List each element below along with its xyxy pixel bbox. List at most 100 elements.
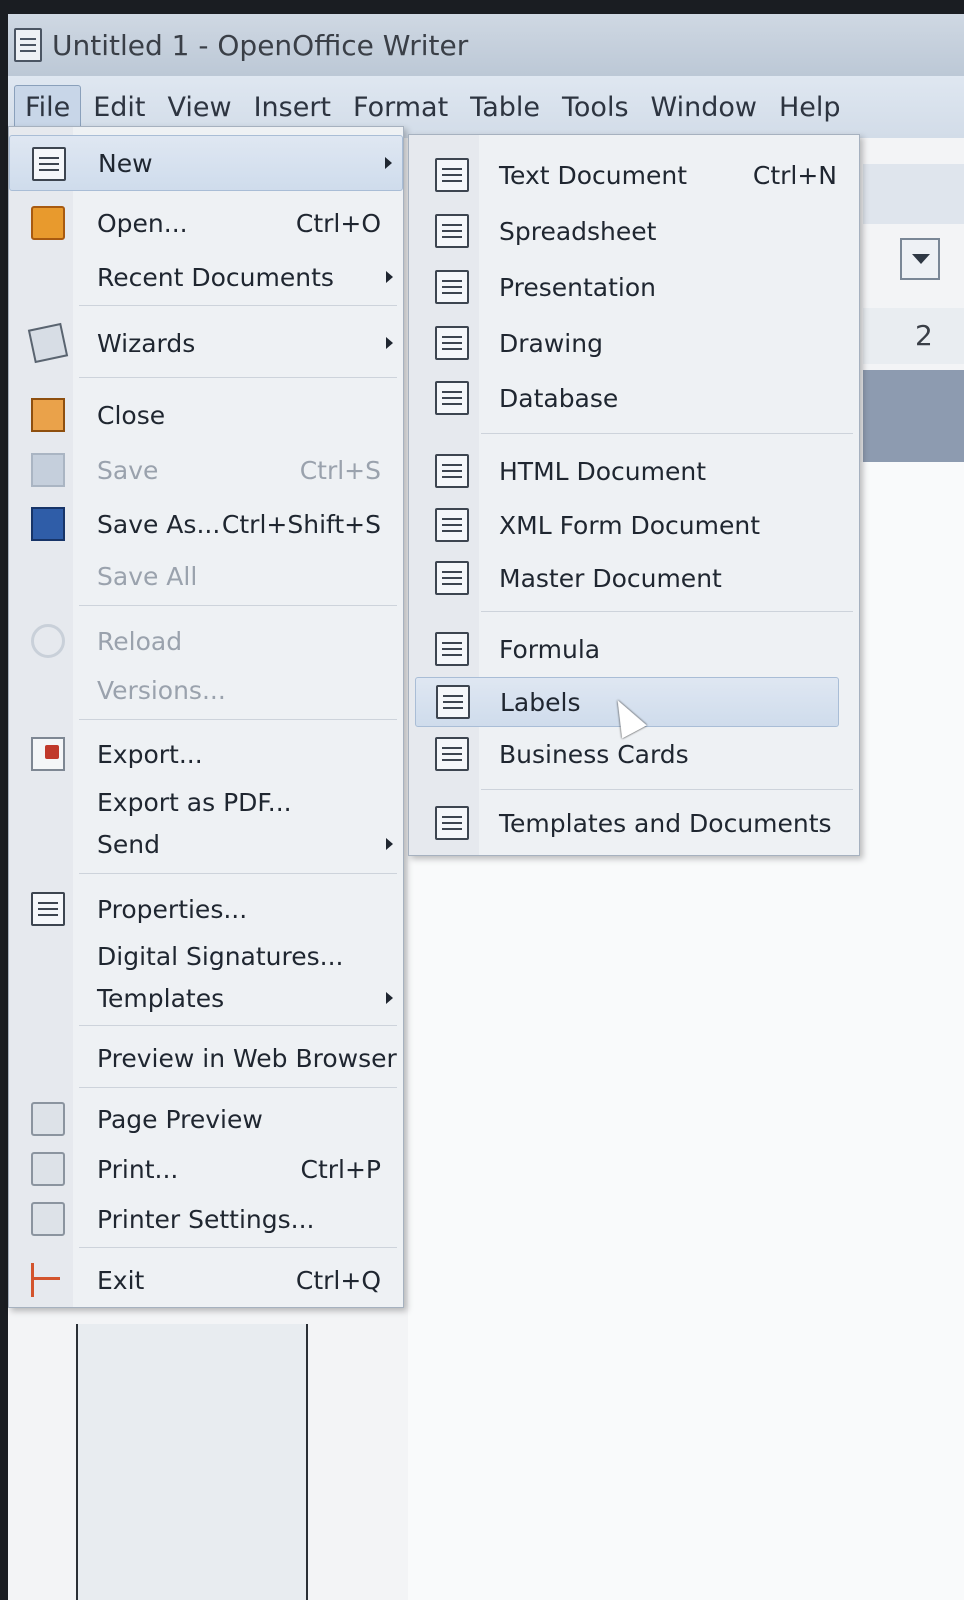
database-icon bbox=[435, 381, 469, 415]
new-html-document[interactable]: HTML Document bbox=[409, 443, 859, 499]
new-database-label: Database bbox=[499, 383, 619, 413]
file-save-all-label: Save All bbox=[97, 561, 198, 591]
new-drawing[interactable]: Drawing bbox=[409, 315, 859, 371]
menu-separator bbox=[79, 873, 397, 874]
new-xml-form-document[interactable]: XML Form Document bbox=[409, 497, 859, 553]
file-reload[interactable]: Reload bbox=[9, 615, 403, 667]
new-document-icon bbox=[32, 147, 66, 181]
new-master-document[interactable]: Master Document bbox=[409, 551, 859, 605]
menu-view[interactable]: View bbox=[157, 86, 241, 129]
file-preview-web-label: Preview in Web Browser bbox=[97, 1043, 397, 1073]
text-document-icon bbox=[435, 158, 469, 192]
file-digital-signatures[interactable]: Digital Signatures... bbox=[9, 933, 403, 979]
menu-edit[interactable]: Edit bbox=[83, 86, 155, 129]
file-versions[interactable]: Versions... bbox=[9, 665, 403, 715]
toolbar-strip bbox=[863, 164, 964, 224]
new-text-document[interactable]: Text Document Ctrl+N bbox=[409, 147, 859, 203]
menu-help[interactable]: Help bbox=[769, 86, 851, 129]
master-document-icon bbox=[435, 561, 469, 595]
file-menu: New Open... Ctrl+O Recent Documents Wiza… bbox=[8, 126, 404, 1308]
menu-table[interactable]: Table bbox=[460, 86, 550, 129]
menu-file[interactable]: File bbox=[14, 84, 82, 130]
menu-separator bbox=[79, 377, 397, 378]
new-database[interactable]: Database bbox=[409, 371, 859, 425]
print-icon bbox=[31, 1152, 65, 1186]
menu-separator bbox=[79, 305, 397, 306]
file-export-pdf[interactable]: Export as PDF... bbox=[9, 779, 403, 825]
file-close-label: Close bbox=[97, 400, 166, 430]
menu-format[interactable]: Format bbox=[343, 86, 458, 129]
new-business-cards[interactable]: Business Cards bbox=[409, 727, 859, 781]
file-wizards[interactable]: Wizards bbox=[9, 315, 403, 371]
file-page-preview[interactable]: Page Preview bbox=[9, 1093, 403, 1145]
file-save-all[interactable]: Save All bbox=[9, 551, 403, 601]
xml-form-icon bbox=[435, 508, 469, 542]
file-properties[interactable]: Properties... bbox=[9, 883, 403, 935]
menu-separator bbox=[79, 605, 397, 606]
business-cards-icon bbox=[435, 737, 469, 771]
menu-separator bbox=[481, 789, 853, 790]
new-formula[interactable]: Formula bbox=[409, 621, 859, 677]
file-export[interactable]: Export... bbox=[9, 727, 403, 781]
reload-icon bbox=[31, 624, 65, 658]
new-submenu: Text Document Ctrl+N Spreadsheet Present… bbox=[408, 134, 860, 856]
file-templates[interactable]: Templates bbox=[9, 975, 403, 1021]
file-exit[interactable]: Exit Ctrl+Q bbox=[9, 1255, 403, 1305]
html-document-icon bbox=[435, 454, 469, 488]
printer-settings-icon bbox=[31, 1202, 65, 1236]
vertical-ruler bbox=[40, 1324, 77, 1600]
new-text-document-label: Text Document bbox=[499, 160, 688, 190]
labels-icon bbox=[436, 685, 470, 719]
menu-separator bbox=[481, 611, 853, 612]
file-print-label: Print... bbox=[97, 1154, 179, 1184]
writer-app-icon bbox=[14, 28, 42, 62]
menu-window[interactable]: Window bbox=[641, 86, 767, 129]
title-bar: Untitled 1 - OpenOffice Writer bbox=[8, 14, 964, 76]
properties-icon bbox=[31, 892, 65, 926]
file-preview-web[interactable]: Preview in Web Browser bbox=[9, 1033, 403, 1083]
file-save-as-label: Save As... bbox=[97, 509, 221, 539]
folder-open-icon bbox=[31, 206, 65, 240]
window-title: Untitled 1 - OpenOffice Writer bbox=[52, 28, 469, 62]
new-text-document-shortcut: Ctrl+N bbox=[752, 160, 837, 190]
menu-insert[interactable]: Insert bbox=[244, 86, 341, 129]
ruler-band bbox=[863, 370, 964, 462]
file-save-label: Save bbox=[97, 455, 159, 485]
new-business-cards-label: Business Cards bbox=[499, 739, 689, 769]
exit-icon bbox=[31, 1263, 65, 1297]
file-new[interactable]: New bbox=[9, 135, 403, 191]
file-exit-label: Exit bbox=[97, 1265, 145, 1295]
file-open-label: Open... bbox=[97, 208, 188, 238]
file-send-label: Send bbox=[97, 829, 160, 859]
dropdown-arrow-icon[interactable] bbox=[900, 238, 940, 280]
menu-separator bbox=[481, 433, 853, 434]
file-save-as[interactable]: Save As... Ctrl+Shift+S bbox=[9, 497, 403, 551]
new-xml-form-label: XML Form Document bbox=[499, 510, 761, 540]
new-formula-label: Formula bbox=[499, 634, 601, 664]
file-send[interactable]: Send bbox=[9, 821, 403, 867]
file-open-shortcut: Ctrl+O bbox=[295, 208, 381, 238]
new-presentation[interactable]: Presentation bbox=[409, 259, 859, 315]
file-close[interactable]: Close bbox=[9, 387, 403, 443]
export-icon bbox=[31, 737, 65, 771]
file-export-pdf-label: Export as PDF... bbox=[97, 787, 292, 817]
save-icon bbox=[31, 453, 65, 487]
file-save[interactable]: Save Ctrl+S bbox=[9, 443, 403, 497]
file-printer-settings[interactable]: Printer Settings... bbox=[9, 1193, 403, 1245]
new-master-document-label: Master Document bbox=[499, 563, 722, 593]
wizard-icon bbox=[27, 322, 69, 364]
new-templates-and-documents[interactable]: Templates and Documents bbox=[409, 795, 859, 851]
file-printer-settings-label: Printer Settings... bbox=[97, 1204, 315, 1234]
file-open[interactable]: Open... Ctrl+O bbox=[9, 195, 403, 251]
file-recent-documents[interactable]: Recent Documents bbox=[9, 251, 403, 303]
file-versions-label: Versions... bbox=[97, 675, 226, 705]
submenu-arrow-icon bbox=[385, 157, 392, 169]
close-document-icon bbox=[31, 398, 65, 432]
new-html-document-label: HTML Document bbox=[499, 456, 707, 486]
file-save-as-shortcut: Ctrl+Shift+S bbox=[221, 509, 381, 539]
menu-tools[interactable]: Tools bbox=[552, 86, 639, 129]
file-print[interactable]: Print... Ctrl+P bbox=[9, 1143, 403, 1195]
new-spreadsheet[interactable]: Spreadsheet bbox=[409, 203, 859, 259]
file-recent-label: Recent Documents bbox=[97, 262, 334, 292]
file-save-shortcut: Ctrl+S bbox=[299, 455, 381, 485]
